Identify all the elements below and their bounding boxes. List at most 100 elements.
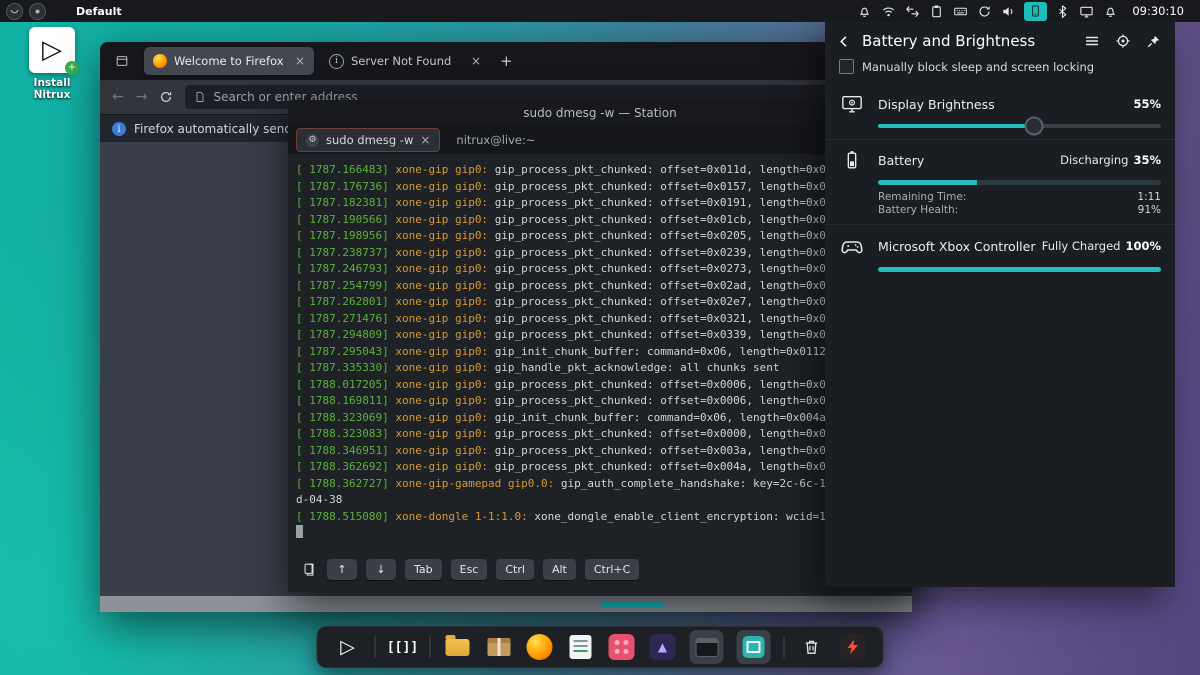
- purple-app-icon[interactable]: ▲: [649, 633, 677, 661]
- console-brackets-icon[interactable]: [[]]: [389, 633, 417, 661]
- display-brightness-icon: [839, 93, 865, 115]
- install-nitrux-desktop-icon[interactable]: ▷ + Install Nitrux: [14, 27, 90, 101]
- refresh-icon[interactable]: [976, 3, 993, 20]
- block-sleep-checkbox-row[interactable]: Manually block sleep and screen locking: [825, 56, 1175, 84]
- reload-button[interactable]: [159, 90, 173, 104]
- tab-overview-icon[interactable]: [110, 49, 134, 73]
- battery-row: Battery Discharging 35%: [825, 140, 1175, 171]
- overview-icon[interactable]: [6, 3, 23, 20]
- terminal-line: [ 1788.362727] xone-gip-gamepad gip0.0: …: [296, 476, 904, 493]
- nitrux-logo-icon[interactable]: ▷: [334, 633, 362, 661]
- dock: ▷ [[]] ▲: [317, 626, 884, 668]
- terminal-key[interactable]: ↓: [366, 559, 396, 580]
- wifi-icon[interactable]: [880, 3, 897, 20]
- firefox-icon[interactable]: [526, 633, 554, 661]
- scrollbar-thumb[interactable]: [600, 601, 664, 607]
- battery-icon: [839, 149, 865, 171]
- terminal-key[interactable]: Ctrl: [496, 559, 534, 580]
- install-badge-icon: +: [65, 61, 79, 75]
- terminal-tab-dmesg[interactable]: ⚙ sudo dmesg -w ×: [296, 128, 440, 152]
- screen: Default: [0, 0, 1200, 675]
- battery-charge-fill: [878, 180, 977, 185]
- panel-title: Battery and Brightness: [862, 32, 1035, 50]
- pin-icon[interactable]: [1146, 34, 1161, 49]
- terminal-line: [ 1787.246793] xone-gip gip0: gip_proces…: [296, 261, 904, 278]
- dock-separator: [784, 636, 785, 658]
- terminal-titlebar[interactable]: sudo dmesg -w — Station: [288, 100, 912, 126]
- document-app-icon[interactable]: [567, 633, 595, 661]
- terminal-line: [296, 525, 904, 542]
- teal-app-active-icon[interactable]: [737, 630, 771, 664]
- info-tab-icon: i: [329, 54, 344, 69]
- terminal-line: [ 1787.176736] xone-gip gip0: gip_proces…: [296, 179, 904, 196]
- terminal-keybar-keys: ↑ ↓ Tab Esc Ctrl Alt Ctrl+C: [327, 559, 639, 580]
- brightness-row: Display Brightness 55%: [825, 84, 1175, 115]
- firefox-tab-icon: [153, 54, 167, 68]
- terminal-line: [ 1788.346951] xone-gip gip0: gip_proces…: [296, 443, 904, 460]
- bluetooth-icon[interactable]: [1054, 3, 1071, 20]
- notifications-icon[interactable]: [1102, 3, 1119, 20]
- tab-close-icon[interactable]: ×: [295, 54, 305, 68]
- paste-icon[interactable]: [300, 558, 318, 580]
- terminal-key[interactable]: Ctrl+C: [585, 559, 639, 580]
- keyboard-icon[interactable]: [952, 3, 969, 20]
- firefox-tab-welcome[interactable]: Welcome to Firefox ×: [144, 47, 314, 75]
- trash-icon[interactable]: [798, 633, 826, 661]
- terminal-line: [ 1788.323083] xone-gip gip0: gip_proces…: [296, 426, 904, 443]
- launcher-circle-icon[interactable]: [29, 3, 46, 20]
- battery-label: Battery: [878, 153, 1060, 168]
- terminal-keybar: ↑ ↓ Tab Esc Ctrl Alt Ctrl+C: [288, 546, 912, 592]
- terminal-tab-shell[interactable]: nitrux@live:~: [456, 133, 535, 147]
- firefox-tab-server-not-found[interactable]: i Server Not Found ×: [320, 47, 490, 75]
- terminal-line: [ 1787.271476] xone-gip gip0: gip_proces…: [296, 311, 904, 328]
- bell-icon[interactable]: [856, 3, 873, 20]
- checkbox[interactable]: [839, 59, 854, 74]
- dock-separator: [375, 636, 376, 658]
- slider-fill: [878, 124, 1034, 128]
- tab-close-icon[interactable]: ×: [420, 133, 430, 147]
- terminal-key[interactable]: Tab: [405, 559, 442, 580]
- forward-button[interactable]: →: [136, 89, 148, 105]
- battery-status: Discharging: [1060, 153, 1128, 167]
- back-chevron-icon[interactable]: [837, 34, 852, 49]
- terminal-key[interactable]: Alt: [543, 559, 576, 580]
- clipboard-icon[interactable]: [928, 3, 945, 20]
- smartphone-icon[interactable]: [1024, 2, 1047, 21]
- system-tray: 09:30:10: [856, 2, 1200, 21]
- slider-handle[interactable]: [1024, 117, 1043, 136]
- controller-value: 100%: [1125, 239, 1161, 253]
- nitrux-logo-icon: ▷ +: [29, 27, 75, 73]
- terminal-line: [ 1787.190566] xone-gip gip0: gip_proces…: [296, 212, 904, 229]
- dock-separator: [430, 636, 431, 658]
- terminal-key[interactable]: Esc: [451, 559, 488, 580]
- display-icon[interactable]: [1078, 3, 1095, 20]
- terminal-output[interactable]: [ 1787.166483] xone-gip gip0: gip_proces…: [288, 154, 912, 546]
- terminal-tabbar: ⚙ sudo dmesg -w × nitrux@live:~: [288, 126, 912, 154]
- back-button[interactable]: ←: [112, 89, 124, 105]
- station-active-icon[interactable]: [690, 630, 724, 664]
- firefox-tabbar: Welcome to Firefox × i Server Not Found …: [100, 42, 912, 80]
- terminal-key[interactable]: ↑: [327, 559, 357, 580]
- volume-icon[interactable]: [1000, 3, 1017, 20]
- hamburger-menu-icon[interactable]: [1084, 33, 1100, 49]
- battery-health-row: Battery Health: 91%: [878, 204, 1161, 216]
- pink-app-icon[interactable]: [608, 633, 636, 661]
- terminal-line: [ 1788.017205] xone-gip gip0: gip_proces…: [296, 377, 904, 394]
- brightness-label: Display Brightness: [878, 97, 1133, 112]
- configure-icon[interactable]: [1115, 33, 1131, 49]
- brightness-slider[interactable]: [878, 124, 1161, 128]
- battery-charge-bar: [878, 180, 1161, 185]
- terminal-line: [ 1787.262801] xone-gip gip0: gip_proces…: [296, 294, 904, 311]
- tab-close-icon[interactable]: ×: [471, 54, 481, 68]
- package-icon[interactable]: [485, 633, 513, 661]
- terminal-line: [ 1787.166483] xone-gip gip0: gip_proces…: [296, 162, 904, 179]
- battery-value: 35%: [1133, 153, 1161, 167]
- files-folder-icon[interactable]: [444, 633, 472, 661]
- checkbox-label: Manually block sleep and screen locking: [862, 60, 1094, 74]
- new-tab-button[interactable]: +: [500, 52, 513, 70]
- info-icon: i: [112, 122, 126, 136]
- firefox-scrollbar[interactable]: [100, 596, 912, 612]
- energy-icon[interactable]: [839, 633, 867, 661]
- network-arrows-icon[interactable]: [904, 3, 921, 20]
- controller-row: Microsoft Xbox Controller Fully Charged …: [825, 225, 1175, 258]
